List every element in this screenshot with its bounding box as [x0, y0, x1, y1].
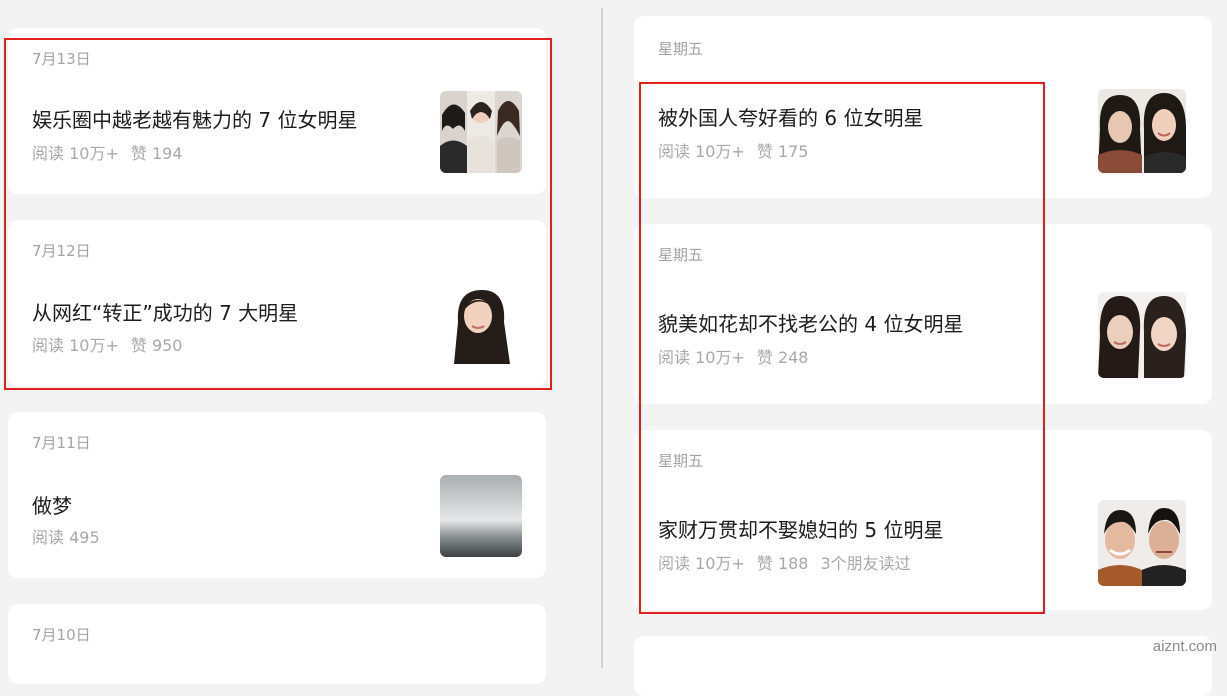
two-actresses-photo-icon — [1098, 89, 1186, 173]
article-stats: 阅读 10万+ 赞 188 3个朋友读过 — [658, 550, 923, 574]
read-count: 阅读 10万+ — [658, 554, 745, 573]
article-card-jul10[interactable]: 7月10日 — [8, 604, 546, 684]
article-title[interactable]: 娱乐圈中越老越有魅力的 7 位女明星 — [32, 104, 357, 133]
like-count: 赞 188 — [756, 554, 809, 573]
read-count: 阅读 495 — [32, 528, 100, 547]
article-title[interactable]: 被外国人夸好看的 6 位女明星 — [658, 102, 923, 131]
three-actresses-photo-icon — [440, 91, 522, 173]
article-stats: 阅读 10万+ 赞 248 — [658, 344, 821, 368]
two-actors-photo-icon — [1098, 500, 1186, 586]
column-divider — [601, 8, 603, 668]
article-card-jul13[interactable]: 7月13日 娱乐圈中越老越有魅力的 7 位女明星 阅读 10万+ 赞 194 — [8, 28, 546, 194]
article-date: 7月10日 — [32, 626, 91, 644]
article-date: 星期五 — [658, 246, 704, 264]
article-thumbnail[interactable] — [1098, 500, 1186, 586]
article-thumbnail[interactable] — [440, 282, 522, 364]
read-count: 阅读 10万+ — [658, 348, 745, 367]
like-count: 赞 950 — [130, 336, 183, 355]
article-thumbnail[interactable] — [1098, 292, 1186, 378]
article-date: 7月13日 — [32, 50, 91, 68]
article-thumbnail[interactable] — [440, 91, 522, 173]
article-card-fri-2[interactable]: 星期五 貌美如花却不找老公的 4 位女明星 阅读 10万+ 赞 248 — [634, 224, 1212, 404]
article-stats: 阅读 10万+ 赞 194 — [32, 140, 195, 164]
like-count: 赞 194 — [130, 144, 183, 163]
watermark: aiznt.com — [1152, 638, 1217, 655]
article-thumbnail[interactable] — [1098, 89, 1186, 173]
article-date: 星期五 — [658, 40, 704, 58]
article-card-fri-1[interactable]: 星期五 被外国人夸好看的 6 位女明星 阅读 10万+ 赞 175 — [634, 16, 1212, 198]
like-count: 赞 175 — [756, 142, 809, 161]
read-count: 阅读 10万+ — [32, 144, 119, 163]
actress-portrait-photo-icon — [440, 282, 522, 364]
article-title[interactable]: 家财万贯却不娶媳妇的 5 位明星 — [658, 514, 943, 543]
article-stats: 阅读 495 — [32, 524, 112, 548]
article-card-jul11[interactable]: 7月11日 做梦 阅读 495 — [8, 412, 546, 578]
read-count: 阅读 10万+ — [32, 336, 119, 355]
article-date: 星期五 — [658, 452, 704, 470]
article-card-jul12[interactable]: 7月12日 从网红“转正”成功的 7 大明星 阅读 10万+ 赞 950 — [8, 220, 546, 386]
article-thumbnail[interactable] — [440, 475, 522, 557]
like-count: 赞 248 — [756, 348, 809, 367]
two-actresses-photo-icon — [1098, 292, 1186, 378]
read-count: 阅读 10万+ — [658, 142, 745, 161]
misty-gray-photo-icon — [440, 475, 522, 557]
article-card-partial[interactable] — [634, 636, 1212, 696]
article-date: 7月12日 — [32, 242, 91, 260]
article-title[interactable]: 从网红“转正”成功的 7 大明星 — [32, 297, 298, 326]
article-title[interactable]: 貌美如花却不找老公的 4 位女明星 — [658, 308, 963, 337]
article-stats: 阅读 10万+ 赞 950 — [32, 332, 195, 356]
friends-read: 3个朋友读过 — [820, 554, 911, 573]
article-date: 7月11日 — [32, 434, 91, 452]
article-title[interactable]: 做梦 — [32, 490, 72, 519]
article-stats: 阅读 10万+ 赞 175 — [658, 138, 821, 162]
article-card-fri-3[interactable]: 星期五 家财万贯却不娶媳妇的 5 位明星 阅读 10万+ 赞 188 3个朋友读过 — [634, 430, 1212, 610]
